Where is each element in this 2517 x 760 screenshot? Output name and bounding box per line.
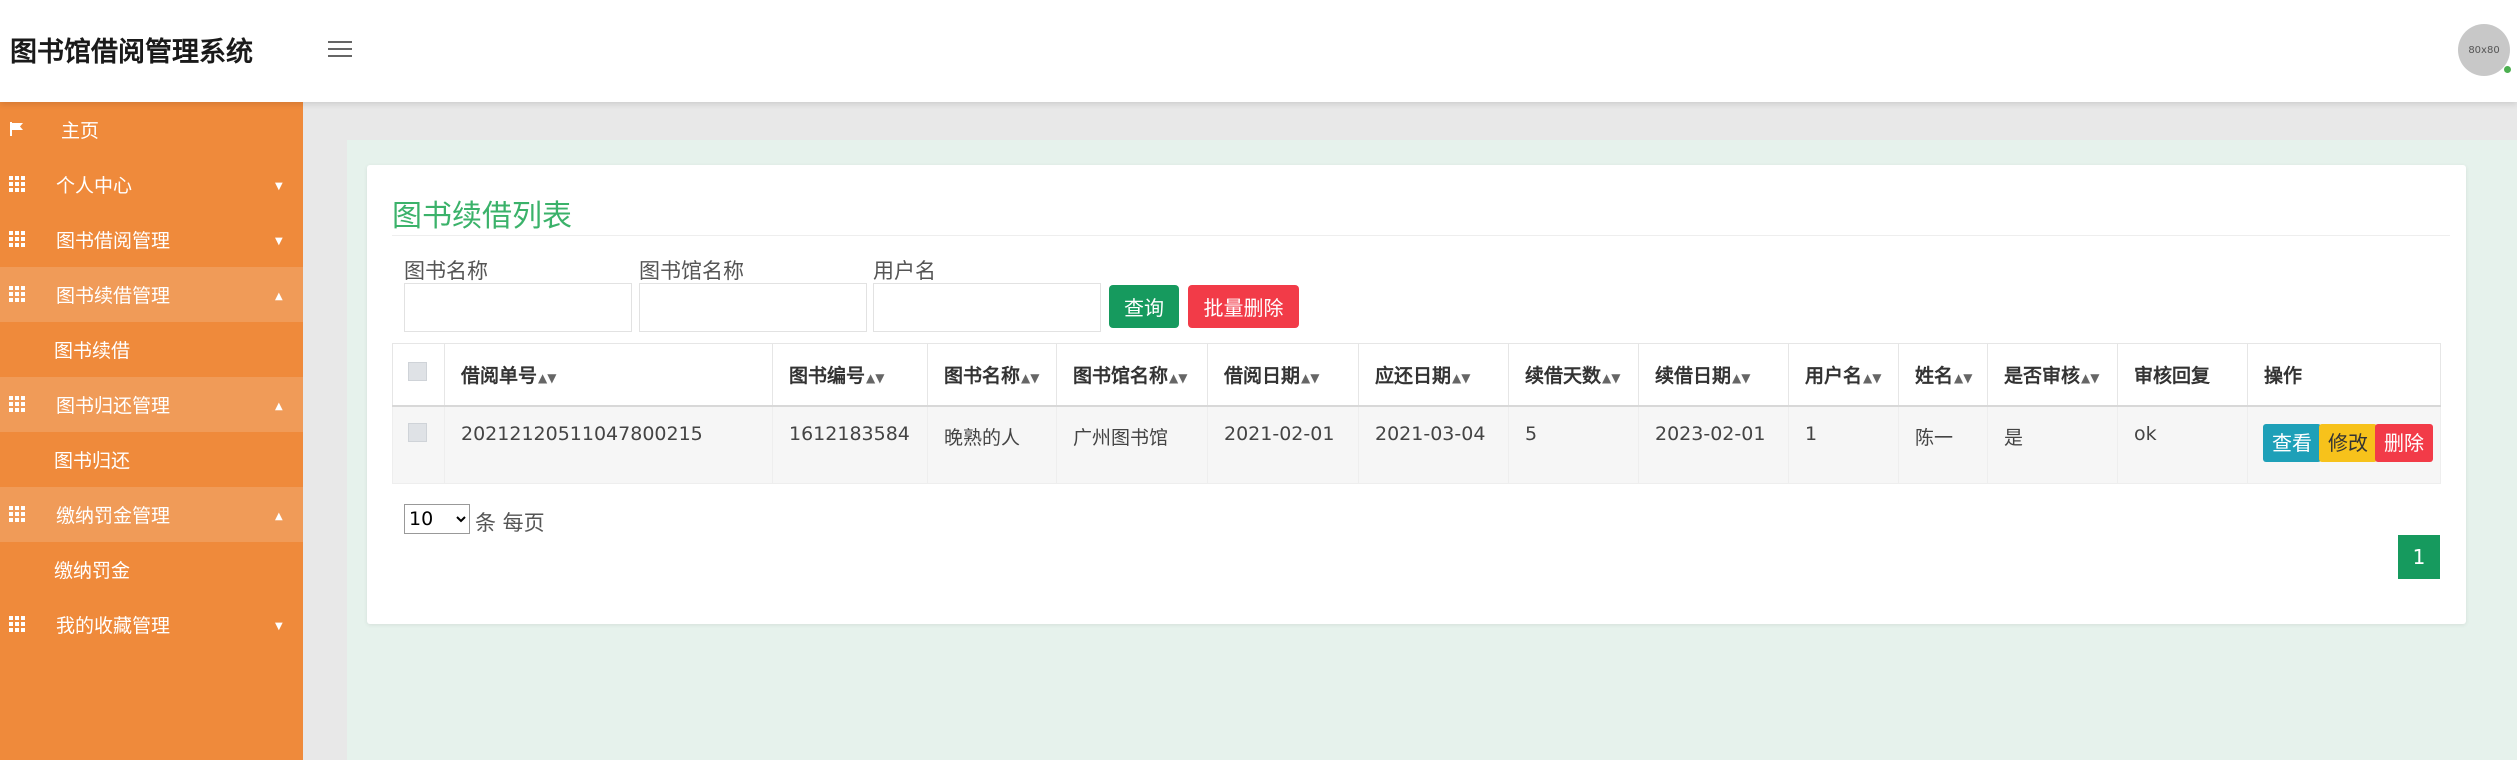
hamburger-icon[interactable]: [328, 41, 352, 59]
top-header: 图书馆借阅管理系统 80x80: [0, 0, 2517, 102]
title-divider: [392, 235, 2450, 236]
cell-name: 陈一: [1898, 405, 1988, 484]
library-name-input[interactable]: [639, 283, 867, 332]
column-header-book-no[interactable]: 图书编号▲▼: [772, 343, 928, 407]
sort-icon: ▲▼: [1301, 370, 1320, 385]
sidebar-item-label: 个人中心: [56, 175, 133, 197]
sidebar: 主页 个人中心 ▼ 图书借阅管理 ▼ 图书续借管理 ▲ 图书续借 图书归还管理 …: [0, 102, 303, 760]
book-name-input[interactable]: [404, 283, 632, 332]
sidebar-subitem-return[interactable]: 图书归还: [0, 432, 303, 487]
grid-icon: [9, 396, 25, 412]
column-header-renew-date[interactable]: 续借日期▲▼: [1638, 343, 1789, 407]
sort-icon: ▲▼: [1863, 370, 1882, 385]
table-row: 20212120511047800215 1612183584 晚熟的人 广州图…: [392, 405, 2441, 484]
cell-approved: 是: [1987, 405, 2118, 484]
grid-icon: [9, 286, 25, 302]
cell-renew-date: 2023-02-01: [1638, 405, 1789, 484]
caret-up-icon: ▲: [275, 511, 283, 522]
page-title: 图书续借列表: [392, 199, 572, 234]
cell-renew-days: 5: [1508, 405, 1639, 484]
sidebar-subitem-fine[interactable]: 缴纳罚金: [0, 542, 303, 597]
grid-icon: [9, 506, 25, 522]
sort-icon: ▲▼: [1169, 370, 1188, 385]
cell-actions: 查看 修改 删除: [2247, 405, 2441, 484]
bulk-delete-button[interactable]: 批量删除: [1188, 285, 1299, 328]
column-header-actions: 操作: [2247, 343, 2441, 407]
sidebar-item-label: 图书续借管理: [56, 285, 171, 307]
renew-list-card: 图书续借列表 图书名称 图书馆名称 用户名 查询 批量删除 借阅单号▲▼ 图书编…: [367, 165, 2466, 624]
sort-icon: ▲▼: [1732, 370, 1751, 385]
column-header-library-name[interactable]: 图书馆名称▲▼: [1056, 343, 1208, 407]
page-size-suffix: 条 每页: [475, 511, 545, 535]
column-header-name[interactable]: 姓名▲▼: [1898, 343, 1988, 407]
edit-button[interactable]: 修改: [2319, 423, 2377, 462]
sidebar-item-borrow-management[interactable]: 图书借阅管理 ▼: [0, 212, 303, 267]
column-header-username[interactable]: 用户名▲▼: [1788, 343, 1899, 407]
sidebar-item-label: 缴纳罚金管理: [56, 505, 171, 527]
sort-icon: ▲▼: [1452, 370, 1471, 385]
grid-icon: [9, 616, 25, 632]
filter-label-book-name: 图书名称: [404, 259, 488, 283]
delete-button[interactable]: 删除: [2375, 423, 2433, 462]
column-header-renew-days[interactable]: 续借天数▲▼: [1508, 343, 1639, 407]
flag-icon: [10, 122, 23, 136]
view-button[interactable]: 查看: [2263, 423, 2321, 462]
avatar[interactable]: 80x80: [2458, 24, 2512, 76]
cell-book-name: 晚熟的人: [927, 405, 1057, 484]
sidebar-item-personal-center[interactable]: 个人中心 ▼: [0, 157, 303, 212]
caret-down-icon: ▼: [275, 621, 283, 632]
sort-icon: ▲▼: [1954, 370, 1973, 385]
select-all-cell: [392, 343, 445, 407]
cell-due-date: 2021-03-04: [1358, 405, 1509, 484]
sort-icon: ▲▼: [2081, 370, 2100, 385]
column-header-book-name[interactable]: 图书名称▲▼: [927, 343, 1057, 407]
sidebar-item-return-management[interactable]: 图书归还管理 ▲: [0, 377, 303, 432]
caret-up-icon: ▲: [275, 401, 283, 412]
column-header-review-reply: 审核回复: [2117, 343, 2248, 407]
cell-borrow-date: 2021-02-01: [1207, 405, 1359, 484]
column-header-borrow-date[interactable]: 借阅日期▲▼: [1207, 343, 1359, 407]
filter-label-library-name: 图书馆名称: [639, 259, 744, 283]
sidebar-item-label: 图书归还管理: [56, 395, 171, 417]
row-checkbox[interactable]: [408, 422, 427, 442]
row-select-cell: [392, 405, 445, 484]
grid-icon: [9, 231, 25, 247]
cell-book-no: 1612183584: [772, 405, 928, 484]
filter-label-username: 用户名: [873, 259, 936, 283]
page-size-select[interactable]: 10: [404, 504, 470, 534]
sort-icon: ▲▼: [1602, 370, 1621, 385]
select-all-checkbox[interactable]: [408, 362, 427, 382]
cell-username: 1: [1788, 405, 1899, 484]
online-status-dot: [2503, 65, 2512, 74]
sidebar-item-renew-management[interactable]: 图书续借管理 ▲: [0, 267, 303, 322]
table-header-row: 借阅单号▲▼ 图书编号▲▼ 图书名称▲▼ 图书馆名称▲▼ 借阅日期▲▼ 应还日期…: [392, 343, 2441, 407]
sort-icon: ▲▼: [866, 370, 885, 385]
cell-borrow-no: 20212120511047800215: [444, 405, 773, 484]
pagination-current-page[interactable]: 1: [2398, 535, 2440, 579]
column-header-approved[interactable]: 是否审核▲▼: [1987, 343, 2118, 407]
caret-down-icon: ▼: [275, 236, 283, 247]
cell-library-name: 广州图书馆: [1056, 405, 1208, 484]
username-input[interactable]: [873, 283, 1101, 332]
sidebar-item-home[interactable]: 主页: [0, 102, 303, 157]
grid-icon: [9, 176, 25, 192]
caret-down-icon: ▼: [275, 181, 283, 192]
column-header-due-date[interactable]: 应还日期▲▼: [1358, 343, 1509, 407]
sidebar-item-fine-management[interactable]: 缴纳罚金管理 ▲: [0, 487, 303, 542]
sidebar-item-label: 图书借阅管理: [56, 230, 171, 252]
caret-up-icon: ▲: [275, 291, 283, 302]
query-button[interactable]: 查询: [1109, 285, 1179, 328]
sort-icon: ▲▼: [538, 370, 557, 385]
sort-icon: ▲▼: [1021, 370, 1040, 385]
sidebar-item-label: 主页: [61, 120, 100, 142]
avatar-placeholder-text: 80x80: [2468, 44, 2500, 56]
sidebar-item-label: 我的收藏管理: [56, 615, 171, 637]
renew-table: 借阅单号▲▼ 图书编号▲▼ 图书名称▲▼ 图书馆名称▲▼ 借阅日期▲▼ 应还日期…: [392, 343, 2441, 484]
sidebar-item-favorites-management[interactable]: 我的收藏管理 ▼: [0, 597, 303, 652]
sidebar-subitem-renew[interactable]: 图书续借: [0, 322, 303, 377]
app-title: 图书馆借阅管理系统: [10, 37, 253, 68]
column-header-borrow-no[interactable]: 借阅单号▲▼: [444, 343, 773, 407]
cell-review-reply: ok: [2117, 405, 2248, 484]
